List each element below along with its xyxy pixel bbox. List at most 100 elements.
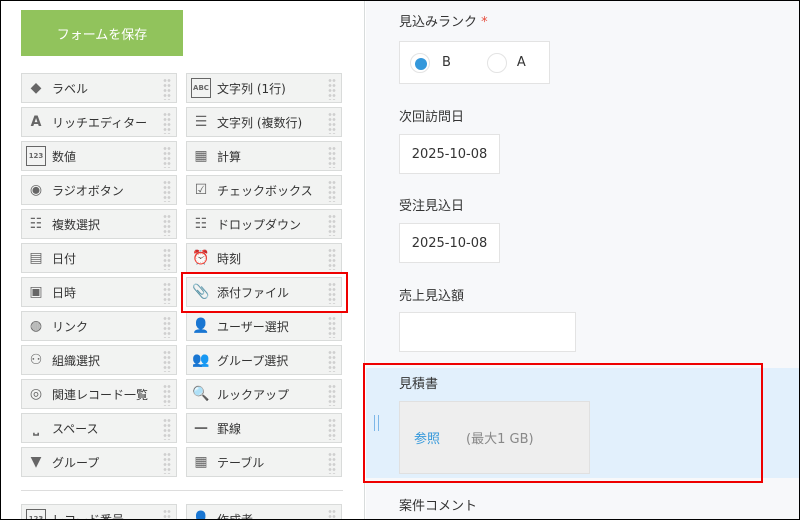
palette-item-label: レコード番号 — [52, 512, 125, 520]
palette-item-dropdown[interactable]: ☷ ドロップダウン — [186, 209, 342, 239]
drag-grip-icon[interactable] — [163, 452, 171, 474]
palette-item-abc[interactable]: ABC 文字列 (1行) — [186, 73, 342, 103]
drag-grip-icon[interactable] — [328, 384, 336, 406]
radio-b[interactable] — [410, 52, 430, 73]
radio-icon: ◉ — [29, 182, 43, 198]
palette-item-checkbox[interactable]: ☑ チェックボックス — [186, 175, 342, 205]
org-icon: ⚇ — [29, 352, 43, 368]
palette-item-label: ラジオボタン — [52, 183, 124, 198]
palette-item-globe[interactable]: ◍ リンク — [21, 311, 177, 341]
drag-grip-icon[interactable] — [163, 384, 171, 406]
palette-item-multiline-text[interactable]: ☰ 文字列 (複数行) — [186, 107, 342, 137]
drag-grip-icon[interactable] — [163, 509, 171, 519]
palette-item-lookup[interactable]: 🔍 ルックアップ — [186, 379, 342, 409]
palette-item-number[interactable]: 123 数値 — [21, 141, 177, 171]
palette-item-label: リッチエディター — [52, 115, 148, 130]
palette-item-label: 罫線 — [217, 421, 242, 436]
palette-item-label: 時刻 — [217, 251, 242, 266]
save-form-button[interactable]: フォームを保存 — [21, 10, 183, 56]
drag-grip-icon[interactable] — [328, 248, 336, 270]
drag-grip-icon[interactable] — [163, 248, 171, 270]
palette-item-org[interactable]: ⚇ 組織選択 — [21, 345, 177, 375]
palette-item-label: チェックボックス — [217, 183, 313, 198]
drag-grip-icon[interactable] — [163, 180, 171, 202]
drag-grip-icon[interactable] — [328, 112, 336, 134]
drag-grip-icon[interactable] — [163, 112, 171, 134]
palette-item-group[interactable]: 👥 グループ選択 — [186, 345, 342, 375]
radio-a[interactable] — [486, 52, 507, 73]
related-records-icon: ◎ — [29, 386, 43, 402]
radio-label-a: A — [516, 55, 526, 70]
drag-grip-icon[interactable] — [163, 78, 171, 100]
drag-grip-icon[interactable] — [328, 180, 336, 202]
drag-grip-icon[interactable] — [163, 214, 171, 236]
palette-item-datetime[interactable]: ▣ 日時 — [21, 277, 177, 307]
palette-item-label: 作成者 — [217, 512, 254, 520]
palette-item-label: ユーザー選択 — [217, 319, 289, 334]
radio-label-b: B — [442, 55, 451, 70]
drag-grip-icon[interactable] — [163, 316, 171, 338]
rich-editor-icon: A — [30, 114, 42, 130]
palette-item-label: ドロップダウン — [217, 217, 302, 232]
drag-grip-icon[interactable] — [328, 418, 336, 440]
palette-item-line[interactable]: — 罫線 — [186, 413, 342, 443]
drag-grip-icon[interactable] — [163, 350, 171, 372]
radio-group-rank: B A — [399, 41, 550, 84]
field-label-visit: 次回訪問日 — [399, 110, 465, 125]
drag-grip-icon[interactable] — [328, 452, 336, 474]
palette-item-label: ルックアップ — [217, 387, 290, 402]
palette-item-calendar[interactable]: ▤ 日付 — [21, 243, 177, 273]
drag-grip-icon[interactable] — [328, 316, 336, 338]
palette-item-multi-select[interactable]: ☷ 複数選択 — [21, 209, 177, 239]
record-number-icon: 123 — [26, 509, 46, 519]
multiline-text-icon: ☰ — [194, 114, 208, 130]
palette-item-rich-editor[interactable]: A リッチエディター — [21, 107, 177, 137]
palette-item-radio[interactable]: ◉ ラジオボタン — [21, 175, 177, 205]
sales-input[interactable] — [399, 312, 576, 352]
palette-item-clock[interactable]: ⏰ 時刻 — [186, 243, 342, 273]
palette-item-user[interactable]: 👤 ユーザー選択 — [186, 311, 342, 341]
group-field-icon: ▼ — [30, 454, 42, 470]
order-date-input[interactable]: 2025-10-08 — [399, 223, 500, 263]
space-icon: ⎵ — [33, 420, 39, 436]
field-label-order: 受注見込日 — [399, 199, 465, 214]
palette-item-calculator[interactable]: ▦ 計算 — [186, 141, 342, 171]
number-icon: 123 — [26, 146, 46, 166]
palette-item-tag[interactable]: ◆ ラベル — [21, 73, 177, 103]
palette-item-label: 複数選択 — [52, 217, 101, 232]
clock-icon: ⏰ — [192, 250, 210, 266]
palette-item-record-number[interactable]: 123 レコード番号 — [21, 504, 177, 520]
palette-item-label: テーブル — [217, 455, 265, 470]
palette-item-related-records[interactable]: ◎ 関連レコード一覧 — [21, 379, 177, 409]
datetime-icon: ▣ — [29, 284, 43, 300]
palette-item-group-field[interactable]: ▼ グループ — [21, 447, 177, 477]
annotation-highlight-estimate — [363, 363, 763, 483]
globe-icon: ◍ — [29, 318, 43, 334]
field-label-rank: 見込みランク * — [399, 15, 488, 30]
palette-item-label: ラベル — [52, 81, 89, 96]
palette-item-label: 日時 — [52, 285, 77, 300]
multi-select-icon: ☷ — [29, 216, 43, 232]
drag-grip-icon[interactable] — [328, 350, 336, 372]
divider — [21, 490, 343, 491]
drag-grip-icon[interactable] — [163, 418, 171, 440]
calendar-icon: ▤ — [29, 250, 43, 266]
palette-item-label: 文字列 (複数行) — [217, 115, 303, 130]
drag-grip-icon[interactable] — [328, 509, 336, 519]
palette-item-space[interactable]: ⎵ スペース — [21, 413, 177, 443]
palette-item-table[interactable]: ▦ テーブル — [186, 447, 342, 477]
drag-grip-icon[interactable] — [328, 146, 336, 168]
annotation-highlight-attachment — [181, 272, 348, 313]
palette-item-creator[interactable]: 👤 作成者 — [186, 504, 342, 520]
drag-grip-icon[interactable] — [163, 146, 171, 168]
user-icon: 👤 — [192, 318, 210, 334]
field-palette: フォームを保存 ◆ ラベル ABC 文字列 (1行) A リッチエディター ☰ 文字列 (複数… — [1, 1, 365, 520]
calculator-icon: ▦ — [194, 148, 208, 164]
visit-date-input[interactable]: 2025-10-08 — [399, 134, 500, 174]
drag-grip-icon[interactable] — [163, 282, 171, 304]
drag-grip-icon[interactable] — [328, 78, 336, 100]
drag-grip-icon[interactable] — [328, 214, 336, 236]
field-label-sales: 売上見込額 — [399, 289, 465, 304]
lookup-icon: 🔍 — [192, 386, 210, 402]
creator-icon: 👤 — [192, 511, 210, 520]
